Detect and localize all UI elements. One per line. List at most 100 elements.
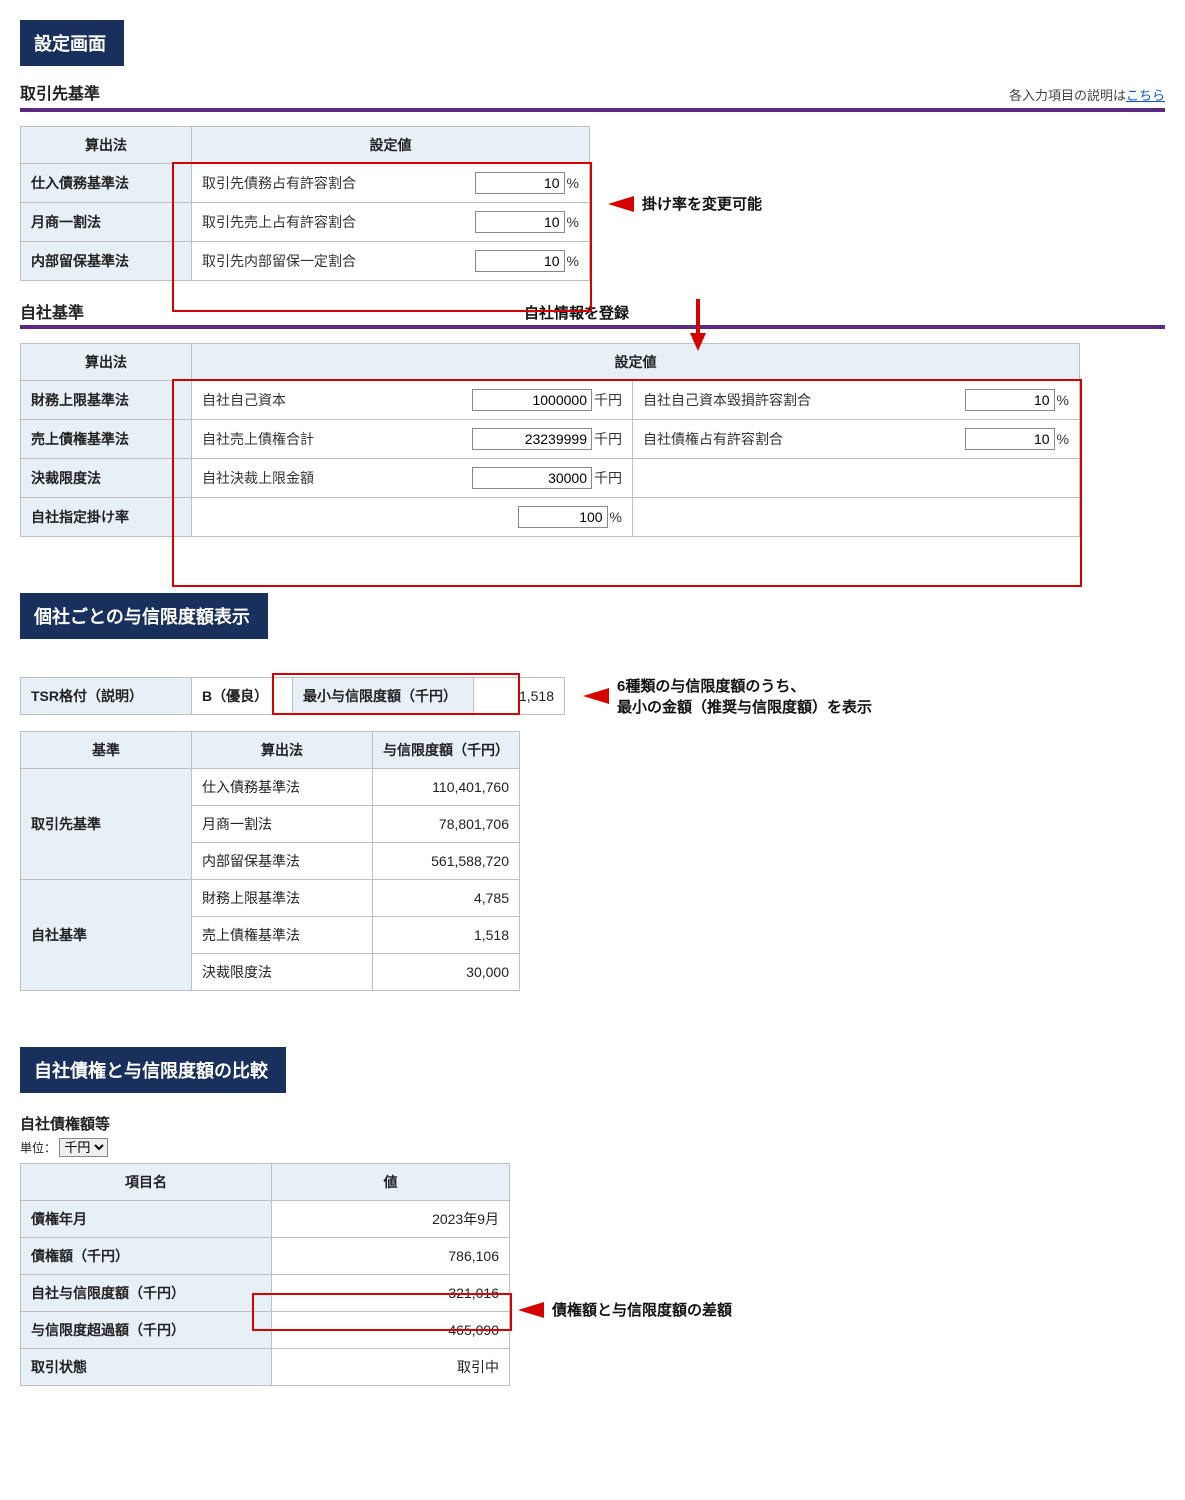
section-header-credit-label: 個社ごとの与信限度額表示 — [34, 607, 250, 627]
table-row: 決裁限度法 自社決裁上限金額 千円 — [21, 459, 1080, 498]
table-row: 財務上限基準法 自社自己資本 千円 自社自己資本毀損許容割合 % — [21, 381, 1080, 420]
item-name: 取引状態 — [21, 1349, 272, 1386]
setting-cell: 自社決裁上限金額 千円 — [192, 459, 633, 498]
amount-input[interactable] — [472, 389, 592, 411]
limit-cell: 30,000 — [373, 954, 520, 991]
table-row: 自社基準 財務上限基準法 4,785 — [21, 880, 520, 917]
setting-label: 自社自己資本毀損許容割合 — [643, 390, 955, 410]
setting-cell: 自社自己資本毀損許容割合 % — [633, 381, 1080, 420]
divider — [20, 325, 1165, 329]
col-method: 算出法 — [21, 127, 192, 164]
section-header-credit: 個社ごとの与信限度額表示 — [20, 593, 268, 639]
col-limit: 与信限度額（千円） — [373, 732, 520, 769]
min-credit-label: 最小与信限度額（千円） — [293, 678, 474, 715]
row-method: 内部留保基準法 — [21, 242, 192, 281]
setting-label: 取引先内部留保一定割合 — [202, 251, 465, 271]
annotation-arrow: 6種類の与信限度額のうち、 最小の金額（推奨与信限度額）を表示 — [583, 675, 872, 717]
setting-cell — [633, 459, 1080, 498]
unit: 千円 — [594, 392, 622, 408]
setting-label: 取引先売上占有許容割合 — [202, 212, 465, 232]
setting-label: 自社売上債権合計 — [202, 429, 462, 449]
row-method: 仕入債務基準法 — [21, 164, 192, 203]
item-name: 与信限度超過額（千円） — [21, 1312, 272, 1349]
setting-cell: 自社売上債権合計 千円 — [192, 420, 633, 459]
own-settings-table: 算出法 設定値 財務上限基準法 自社自己資本 千円 自社自己資本毀損許容割合 %… — [20, 343, 1080, 537]
item-value: 786,106 — [272, 1238, 510, 1275]
section-header-settings-label: 設定画面 — [34, 34, 106, 54]
table-row: 売上債権基準法 自社売上債権合計 千円 自社債権占有許容割合 % — [21, 420, 1080, 459]
setting-cell — [633, 498, 1080, 537]
item-name: 自社与信限度額（千円） — [21, 1275, 272, 1312]
annotation-text: 6種類の与信限度額のうち、 — [617, 675, 872, 696]
item-value: 321,016 — [272, 1275, 510, 1312]
unit: % — [610, 509, 622, 525]
setting-cell: 取引先売上占有許容割合 % — [192, 203, 590, 242]
unit-prefix: 単位： — [20, 1141, 56, 1155]
rate-input[interactable] — [965, 428, 1055, 450]
method-cell: 内部留保基準法 — [192, 843, 373, 880]
setting-cell: 取引先債務占有許容割合 % — [192, 164, 590, 203]
limit-cell: 110,401,760 — [373, 769, 520, 806]
col-value: 値 — [272, 1164, 510, 1201]
help-prefix: 各入力項目の説明は — [1009, 88, 1126, 103]
group-partner: 取引先基準 — [21, 769, 192, 880]
tsr-label-cell: TSR格付（説明） — [21, 678, 192, 715]
row-method: 売上債権基準法 — [21, 420, 192, 459]
table-row: 自社指定掛け率 % — [21, 498, 1080, 537]
table-row: 自社与信限度額（千円） 321,016 — [21, 1275, 510, 1312]
annotation-text: 掛け率を変更可能 — [642, 193, 762, 214]
rate-input[interactable] — [518, 506, 608, 528]
tsr-table: TSR格付（説明） B（優良） 最小与信限度額（千円） 1,518 — [20, 677, 565, 715]
rate-input[interactable] — [965, 389, 1055, 411]
annotation-arrow: 掛け率を変更可能 — [608, 193, 762, 214]
amount-input[interactable] — [472, 467, 592, 489]
unit: % — [567, 253, 579, 269]
limit-cell: 1,518 — [373, 917, 520, 954]
col-setting: 設定値 — [192, 127, 590, 164]
rate-input[interactable] — [475, 172, 565, 194]
annotation-arrow: 債権額と与信限度額の差額 — [518, 1299, 732, 1320]
unit: 千円 — [594, 470, 622, 486]
amount-input[interactable] — [472, 428, 592, 450]
rate-input[interactable] — [475, 211, 565, 233]
limit-cell: 4,785 — [373, 880, 520, 917]
rate-input[interactable] — [475, 250, 565, 272]
limit-cell: 561,588,720 — [373, 843, 520, 880]
unit: % — [1057, 392, 1069, 408]
subheading-own: 自社基準 — [20, 299, 84, 323]
setting-label: 自社自己資本 — [202, 390, 462, 410]
col-setting: 設定値 — [192, 344, 1080, 381]
partner-settings-table: 算出法 設定値 仕入債務基準法 取引先債務占有許容割合 % 月商一割法 取引先売… — [20, 126, 590, 281]
unit-row: 単位： 千円 — [20, 1138, 1165, 1157]
section-header-settings: 設定画面 — [20, 20, 124, 66]
setting-cell: 取引先内部留保一定割合 % — [192, 242, 590, 281]
setting-label: 取引先債務占有許容割合 — [202, 173, 465, 193]
unit: % — [1057, 431, 1069, 447]
help-text: 各入力項目の説明はこちら — [1009, 85, 1165, 104]
col-standard: 基準 — [21, 732, 192, 769]
min-credit-value: 1,518 — [474, 678, 565, 715]
unit: 千円 — [594, 431, 622, 447]
setting-cell: 自社債権占有許容割合 % — [633, 420, 1080, 459]
help-link[interactable]: こちら — [1126, 88, 1165, 103]
item-name: 債権年月 — [21, 1201, 272, 1238]
method-cell: 財務上限基準法 — [192, 880, 373, 917]
table-row: 内部留保基準法 取引先内部留保一定割合 % — [21, 242, 590, 281]
subheading-receivables: 自社債権額等 — [20, 1113, 1165, 1134]
setting-cell: % — [192, 498, 633, 537]
table-row: 取引先基準 仕入債務基準法 110,401,760 — [21, 769, 520, 806]
row-method: 決裁限度法 — [21, 459, 192, 498]
table-row: 取引状態 取引中 — [21, 1349, 510, 1386]
method-cell: 売上債権基準法 — [192, 917, 373, 954]
col-method: 算出法 — [192, 732, 373, 769]
unit-select[interactable]: 千円 — [59, 1138, 108, 1157]
row-method: 財務上限基準法 — [21, 381, 192, 420]
method-cell: 決裁限度法 — [192, 954, 373, 991]
annotation-arrow-down — [690, 299, 706, 351]
tsr-value-cell: B（優良） — [192, 678, 293, 715]
section-header-comparison: 自社債権と与信限度額の比較 — [20, 1047, 286, 1093]
table-row: 債権年月 2023年9月 — [21, 1201, 510, 1238]
annotation-text: 債権額と与信限度額の差額 — [552, 1299, 732, 1320]
annotation-text: 自社情報を登録 — [524, 302, 629, 323]
unit: % — [567, 175, 579, 191]
